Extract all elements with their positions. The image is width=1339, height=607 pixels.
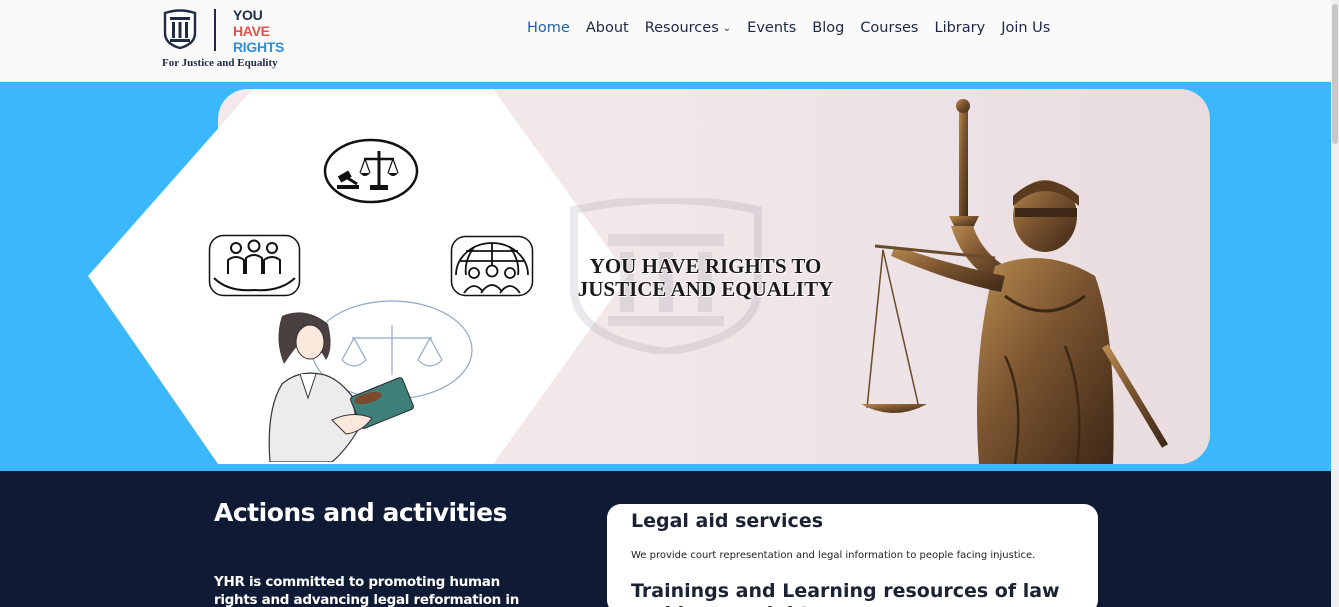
logo-word-rights: RIGHTS bbox=[233, 39, 285, 55]
lady-justice-statue bbox=[861, 99, 1169, 464]
hero-title-line1: YOU HAVE RIGHTS TO bbox=[589, 254, 822, 278]
logo-word-have: HAVE bbox=[233, 23, 270, 39]
training-title: Trainings and Learning resources of law … bbox=[631, 580, 1060, 607]
global-people-icon bbox=[450, 235, 534, 297]
nav-courses[interactable]: Courses bbox=[860, 20, 918, 42]
nav-about[interactable]: About bbox=[586, 20, 629, 42]
nav-events[interactable]: Events bbox=[747, 20, 796, 42]
logo-word-you: YOU bbox=[233, 7, 263, 23]
logo-divider bbox=[214, 9, 216, 51]
nav-join-us[interactable]: Join Us bbox=[1001, 20, 1050, 42]
lawyer-illustration bbox=[268, 300, 473, 462]
nav-resources[interactable]: Resources ⌄ bbox=[645, 20, 731, 42]
brand-logo[interactable]: YOU HAVE RIGHTS For Justice and Equality bbox=[160, 7, 300, 73]
actions-title: Actions and activities bbox=[214, 498, 507, 527]
legal-aid-title: Legal aid services bbox=[631, 510, 824, 532]
site-header: YOU HAVE RIGHTS For Justice and Equality… bbox=[0, 0, 1339, 82]
chevron-down-icon: ⌄ bbox=[722, 23, 732, 34]
hero-title: YOU HAVE RIGHTS TO JUSTICE AND EQUALITY bbox=[548, 255, 863, 301]
gavel-scales-icon bbox=[323, 138, 419, 204]
nav-resources-label: Resources bbox=[644, 20, 719, 36]
pillar-logo-icon bbox=[163, 9, 197, 49]
services-card: Legal aid services We provide court repr… bbox=[607, 504, 1098, 607]
page-scrollbar[interactable] bbox=[1331, 0, 1339, 607]
legal-aid-description: We provide court representation and lega… bbox=[631, 550, 1036, 561]
nav-blog[interactable]: Blog bbox=[812, 20, 844, 42]
nav-home[interactable]: Home bbox=[527, 20, 570, 42]
nav-library[interactable]: Library bbox=[935, 20, 986, 42]
hero-title-line2: JUSTICE AND EQUALITY bbox=[577, 277, 834, 301]
actions-description: YHR is committed to promoting human righ… bbox=[214, 574, 520, 607]
main-nav: Home About Resources ⌄ Events Blog Course… bbox=[527, 20, 1050, 42]
scrollbar-thumb[interactable] bbox=[1332, 4, 1338, 144]
logo-tagline: For Justice and Equality bbox=[162, 57, 278, 69]
community-care-icon bbox=[208, 234, 301, 297]
